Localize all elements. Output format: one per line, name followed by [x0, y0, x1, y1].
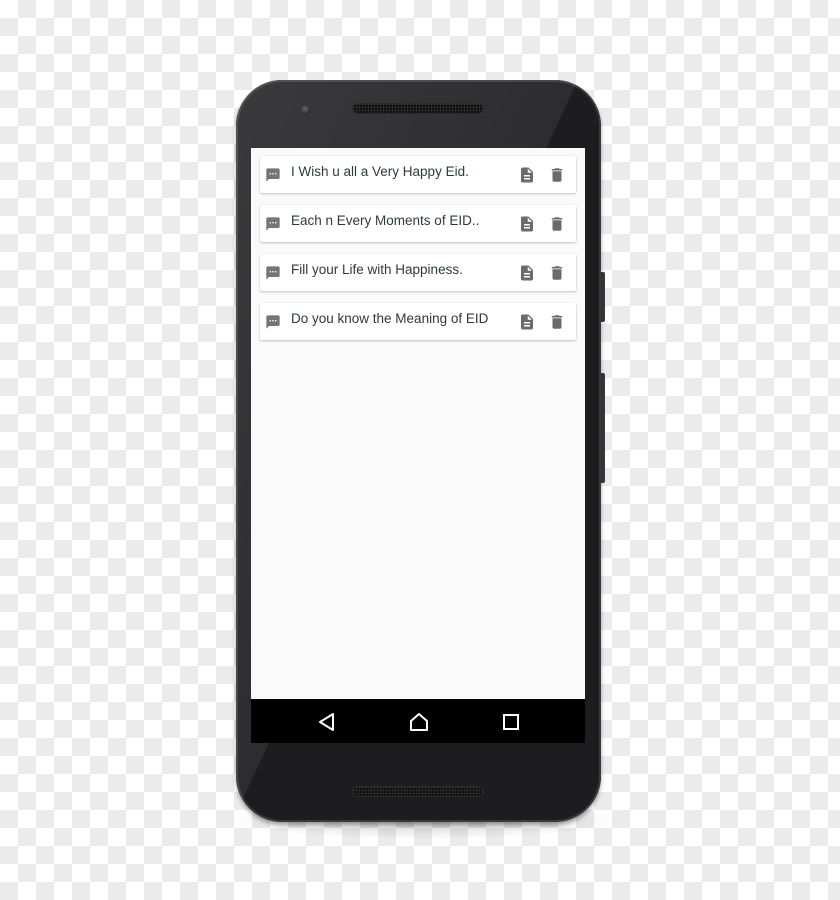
- trash-icon[interactable]: [548, 165, 566, 185]
- home-icon[interactable]: [408, 711, 430, 733]
- doc-icon[interactable]: [518, 214, 536, 234]
- message-icon: [266, 217, 280, 231]
- recents-icon[interactable]: [500, 711, 522, 733]
- doc-icon[interactable]: [518, 312, 536, 332]
- bottom-speaker-grille: [352, 786, 484, 797]
- trash-icon[interactable]: [548, 263, 566, 283]
- message-icon: [266, 315, 280, 329]
- trash-icon[interactable]: [548, 312, 566, 332]
- app-screen: I Wish u all a Very Happy Eid. Each n Ev…: [251, 148, 585, 699]
- phone-frame: I Wish u all a Very Happy Eid. Each n Ev…: [236, 80, 601, 822]
- trash-icon[interactable]: [548, 214, 566, 234]
- message-card[interactable]: Each n Every Moments of EID..: [260, 205, 576, 242]
- doc-icon[interactable]: [518, 165, 536, 185]
- message-text: Each n Every Moments of EID..: [291, 213, 480, 228]
- message-text: Do you know the Meaning of EID: [291, 311, 489, 326]
- back-icon[interactable]: [316, 711, 338, 733]
- message-card[interactable]: Do you know the Meaning of EID: [260, 303, 576, 340]
- message-card[interactable]: I Wish u all a Very Happy Eid.: [260, 156, 576, 193]
- message-text: I Wish u all a Very Happy Eid.: [291, 164, 469, 179]
- top-speaker-grille: [352, 103, 484, 114]
- message-icon: [266, 266, 280, 280]
- message-list: I Wish u all a Very Happy Eid. Each n Ev…: [260, 156, 576, 352]
- front-camera-icon: [301, 105, 311, 115]
- message-icon: [266, 168, 280, 182]
- message-card[interactable]: Fill your Life with Happiness.: [260, 254, 576, 291]
- doc-icon[interactable]: [518, 263, 536, 283]
- message-text: Fill your Life with Happiness.: [291, 262, 463, 277]
- android-navbar: [251, 699, 585, 743]
